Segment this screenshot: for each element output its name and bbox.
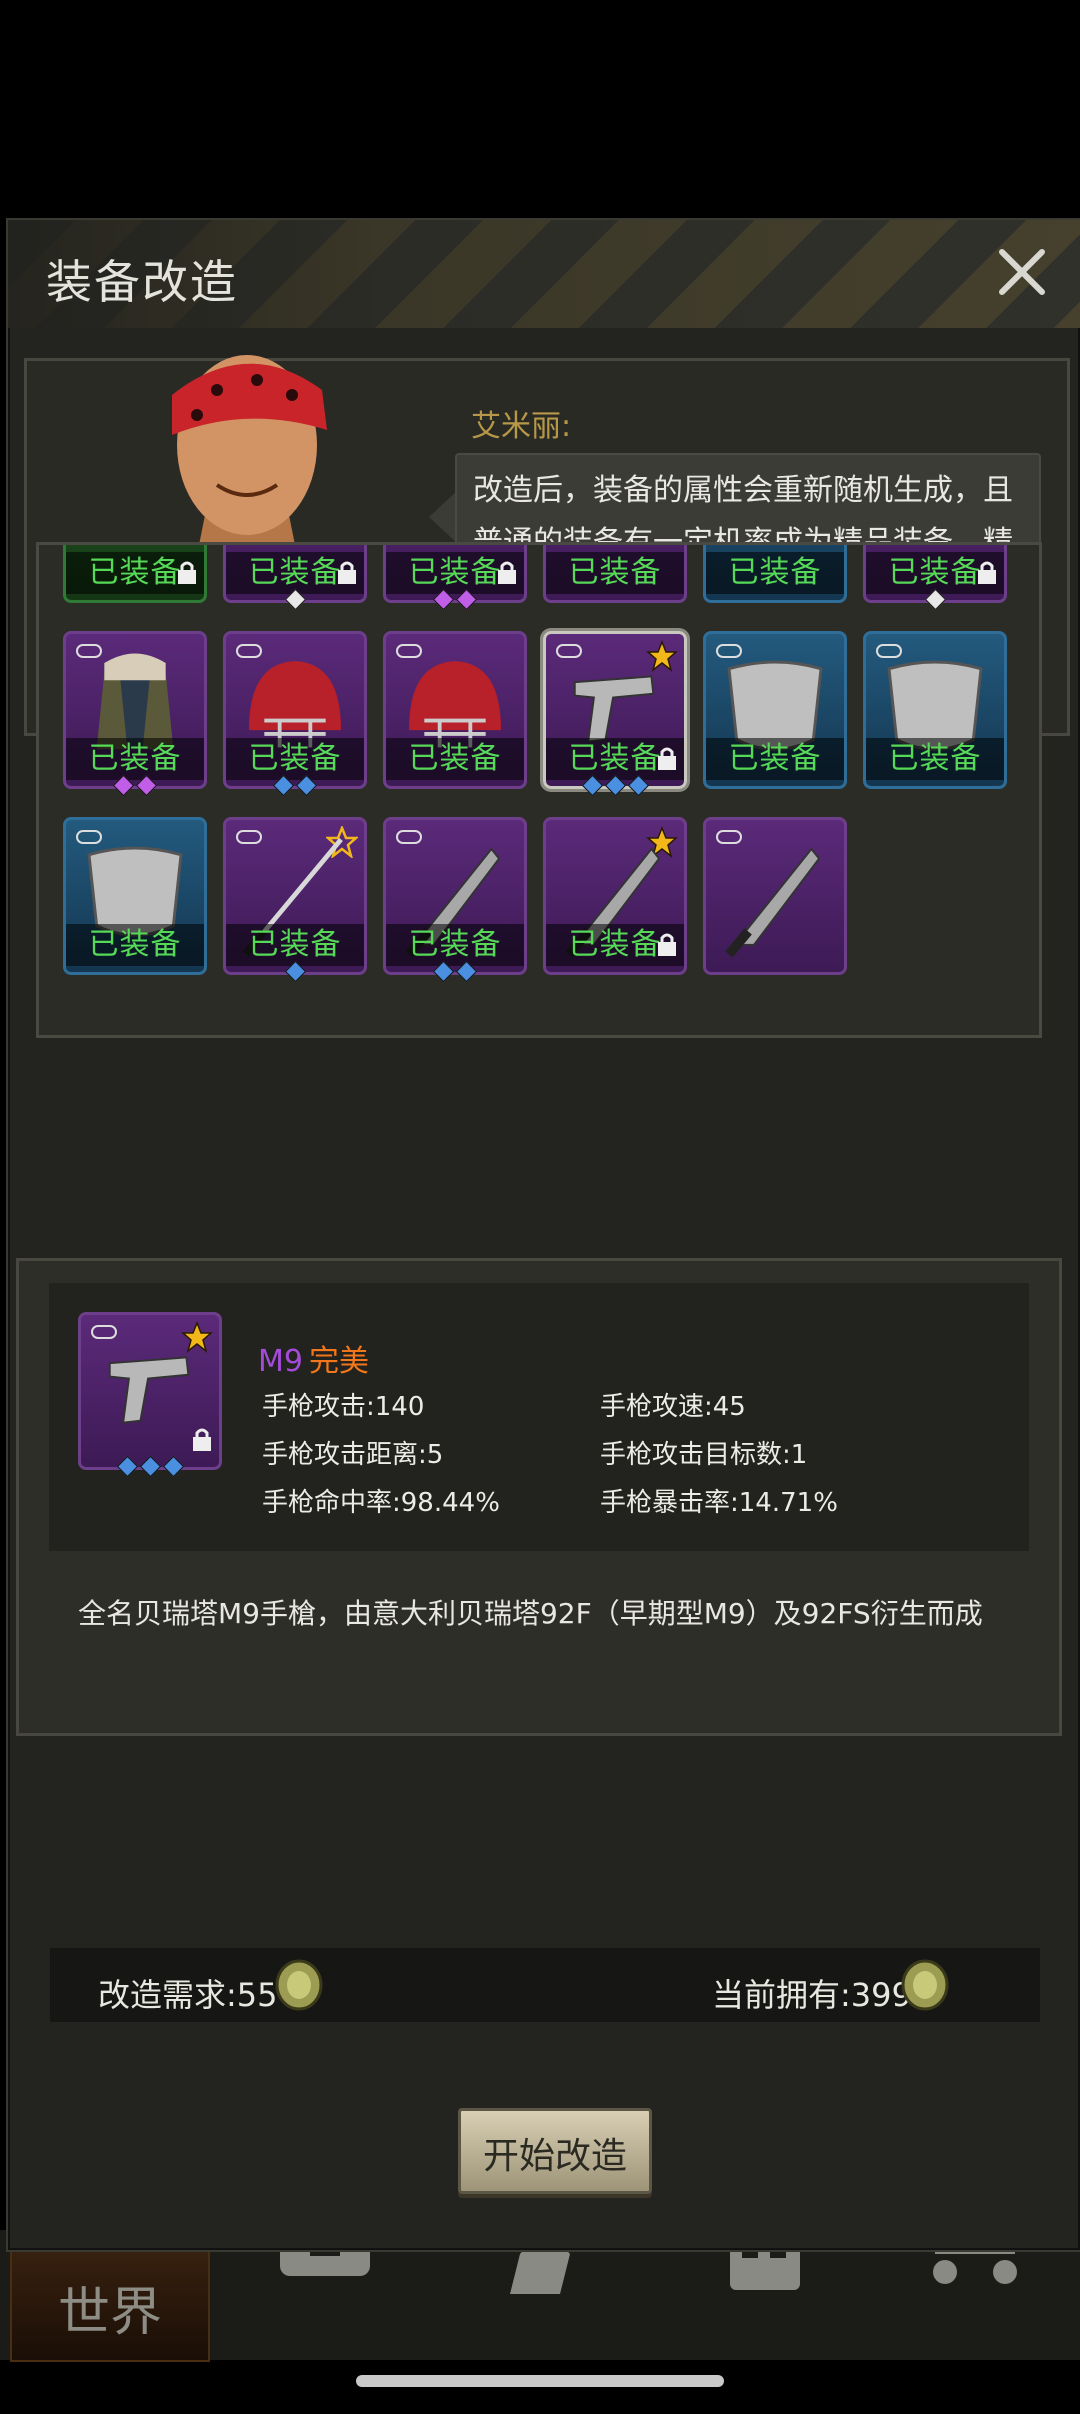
quality-gems xyxy=(81,1455,219,1479)
inventory-slot[interactable]: 已装备 xyxy=(863,631,1007,789)
inventory-slot[interactable]: 已装备 xyxy=(543,817,687,975)
equipped-label: 已装备 xyxy=(226,738,364,780)
nav-world-tab[interactable]: 世界 xyxy=(10,2238,210,2362)
lock-icon xyxy=(178,561,196,584)
lock-icon xyxy=(658,933,676,956)
equipment-modify-dialog: 装备改造 艾米丽: 改造后，装备的属性会重新随机生成，且普通的装备有一定机率成为… xyxy=(6,218,1080,2252)
equipped-label: 已装备 xyxy=(386,924,524,966)
inventory-slot[interactable]: 已装备 xyxy=(63,817,207,975)
quality-gems xyxy=(866,588,1004,612)
inventory-slot-selected[interactable]: 已装备 xyxy=(543,631,687,797)
item-name: M9 xyxy=(258,1344,303,1379)
quality-gems xyxy=(386,960,524,984)
start-modify-label: 开始改造 xyxy=(482,2136,627,2177)
quality-gems xyxy=(226,960,364,984)
equipped-label: 已装备 xyxy=(706,552,844,594)
stat-pistol-range: 手枪攻击距离:5 xyxy=(262,1440,444,1470)
equipped-label: 已装备 xyxy=(66,738,204,780)
equipped-label: 已装备 xyxy=(866,738,1004,780)
inventory-slot[interactable]: 已装备 xyxy=(703,631,847,789)
lock-icon xyxy=(338,561,356,584)
npc-name: 艾米丽: xyxy=(471,409,572,444)
item-quality: 完美 xyxy=(308,1344,369,1379)
equipped-label: 已装备 xyxy=(706,738,844,780)
home-indicator[interactable] xyxy=(356,2375,724,2387)
inventory-slot[interactable]: 已装备 xyxy=(703,545,847,603)
knife-icon xyxy=(725,847,821,958)
inventory-slot[interactable]: 已装备 xyxy=(63,545,207,603)
coin-icon xyxy=(901,1959,949,2011)
inventory-slot[interactable] xyxy=(703,817,847,975)
owned-label: 当前拥有:399 xyxy=(712,1976,912,2014)
inventory-slot[interactable]: 已装备 xyxy=(383,631,527,789)
lock-icon xyxy=(978,561,996,584)
inventory-slot[interactable]: 已装备 xyxy=(63,631,207,797)
inventory-slot[interactable]: 已装备 xyxy=(223,631,367,797)
inventory-slot[interactable]: 已装备 xyxy=(383,545,527,611)
dialog-title: 装备改造 xyxy=(46,255,238,309)
quality-gems xyxy=(66,774,204,798)
item-title: M9 完美 xyxy=(258,1336,369,1380)
selected-item-icon[interactable] xyxy=(78,1312,222,1478)
inventory-slot[interactable]: 已装备 xyxy=(223,817,367,983)
item-description: 全名贝瑞塔M9手槍，由意大利贝瑞塔92F（早期型M9）及92FS衍生而成 xyxy=(78,1597,983,1630)
equipped-label: 已装备 xyxy=(66,924,204,966)
equipped-label: 已装备 xyxy=(546,552,684,594)
stat-pistol-attack: 手枪攻击:140 xyxy=(262,1392,425,1422)
stat-pistol-targets: 手枪攻击目标数:1 xyxy=(600,1440,808,1470)
quality-gems xyxy=(226,774,364,798)
stat-pistol-crit: 手枪暴击率:14.71% xyxy=(600,1488,838,1518)
lock-icon xyxy=(193,1428,211,1451)
quality-gems xyxy=(546,774,684,798)
equipped-label: 已装备 xyxy=(386,738,524,780)
inventory-slot[interactable]: 已装备 xyxy=(543,545,687,603)
stat-pistol-attack-speed: 手枪攻速:45 xyxy=(600,1392,746,1422)
coin-icon xyxy=(275,1959,323,2011)
quality-gems xyxy=(386,588,524,612)
inventory-slot[interactable]: 已装备 xyxy=(863,545,1007,611)
speech-tail xyxy=(429,491,457,543)
start-modify-button[interactable]: 开始改造 xyxy=(458,2108,652,2194)
quality-gems xyxy=(226,588,364,612)
requirement-label: 改造需求:55 xyxy=(98,1976,278,2014)
inventory-slot[interactable]: 已装备 xyxy=(223,545,367,611)
nav-world-label: 世界 xyxy=(57,2283,162,2343)
close-icon[interactable] xyxy=(992,242,1052,302)
lock-icon xyxy=(658,747,676,770)
lock-icon xyxy=(498,561,516,584)
inventory-grid: 已装备 已装备 已装备 已装备 已装备 已装备 已装备 已装备 已装备 已装备 … xyxy=(36,542,1042,1038)
inventory-slot[interactable]: 已装备 xyxy=(383,817,527,983)
stat-pistol-accuracy: 手枪命中率:98.44% xyxy=(262,1488,500,1518)
